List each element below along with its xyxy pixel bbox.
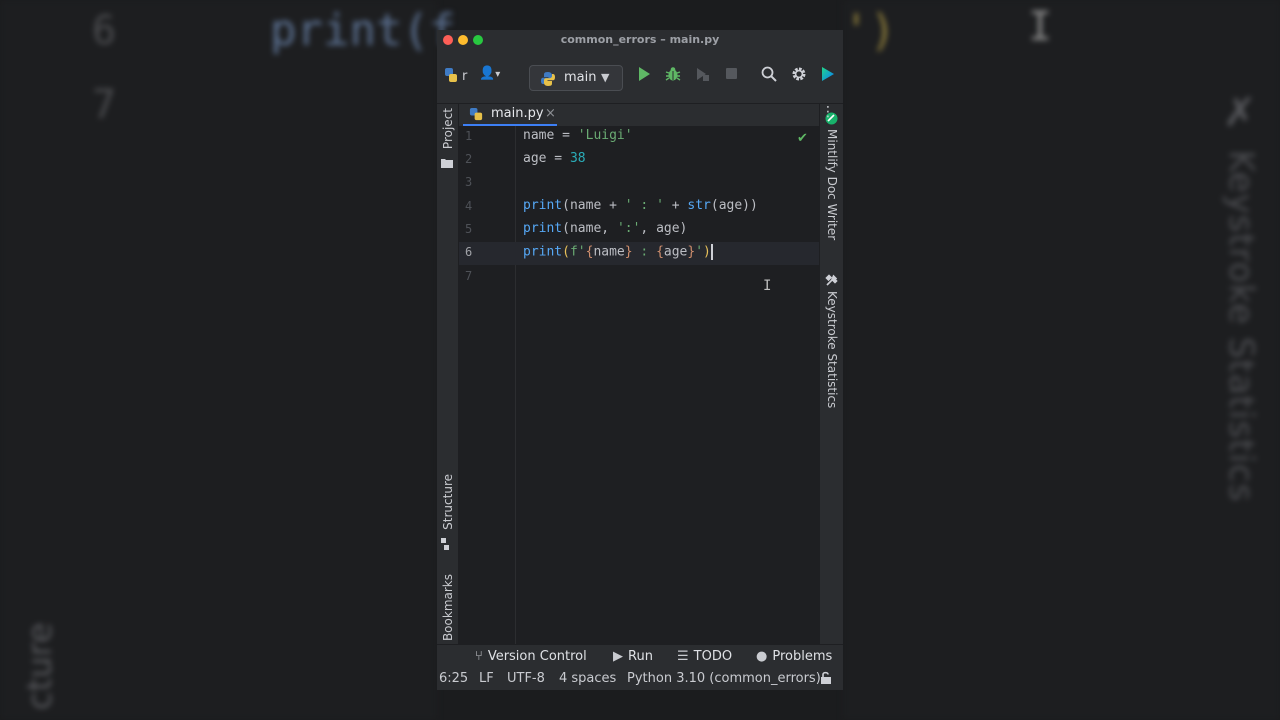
code-line-current[interactable]: 6 print(f'{name} : {age}')	[459, 242, 819, 265]
line-number: 2	[465, 152, 473, 166]
search-icon	[761, 66, 777, 82]
structure-icon	[441, 537, 449, 550]
python-interpreter[interactable]: Python 3.10 (common_errors)	[627, 671, 821, 686]
project-tool-button[interactable]: Project	[441, 108, 455, 169]
line-number: 5	[465, 222, 473, 236]
gear-icon	[792, 67, 806, 81]
caret-position[interactable]: 6:25	[439, 671, 468, 686]
keystroke-tool-button[interactable]: Keystroke Statistics	[825, 274, 839, 412]
run-config-selector[interactable]: main ▼	[529, 65, 623, 91]
search-button[interactable]	[761, 66, 777, 86]
bg-paren-fragment: ')	[843, 5, 896, 56]
window-title: common_errors – main.py	[560, 33, 720, 46]
code-line[interactable]: 3	[459, 172, 819, 195]
jetbrains-ai-button[interactable]	[820, 66, 836, 86]
run-button[interactable]	[637, 66, 651, 86]
folder-icon	[441, 159, 453, 169]
lock-icon[interactable]	[820, 671, 832, 688]
account-dropdown[interactable]: 👤▾	[479, 66, 500, 81]
bg-ibeam-icon: I	[1028, 4, 1053, 50]
project-widget[interactable]: r	[443, 67, 467, 84]
info-icon: ●	[756, 649, 768, 664]
mouse-ibeam-icon: I	[763, 278, 772, 294]
bug-icon	[665, 67, 681, 81]
title-bar: common_errors – main.py	[437, 30, 843, 50]
left-tool-strip: Project Structure Bookmarks	[437, 104, 459, 662]
debug-button[interactable]	[665, 66, 681, 86]
jetbrains-logo-icon	[822, 67, 834, 81]
run-tool-button[interactable]: ▶ Run	[613, 649, 653, 664]
bg-line-number: 7	[92, 82, 117, 128]
tab-main-py[interactable]: main.py ×	[463, 104, 589, 126]
background-left: 6 7 print(f cture	[0, 0, 455, 720]
run-with-coverage-icon	[697, 68, 709, 81]
line-separator[interactable]: LF	[479, 671, 494, 686]
line-number: 1	[465, 129, 473, 143]
line-number: 7	[465, 269, 473, 283]
stop-button[interactable]	[725, 67, 738, 84]
editor-tab-bar: main.py × ⋮	[459, 104, 835, 126]
play-icon	[639, 67, 650, 81]
settings-button[interactable]	[791, 66, 807, 86]
bg-line-number: 6	[92, 8, 117, 54]
chevron-down-icon: ▼	[601, 71, 610, 84]
user-icon: 👤	[479, 66, 496, 81]
code-line[interactable]: 2 age = 38	[459, 149, 819, 172]
code-line[interactable]: 4 print(name + ' : ' + str(age))	[459, 196, 819, 219]
todo-tool-button[interactable]: ☰ TODO	[677, 649, 732, 664]
problems-tool-button[interactable]: ● Problems	[756, 649, 832, 664]
bg-code-fragment: print(f	[270, 5, 456, 56]
bg-structure-label: cture	[20, 622, 60, 710]
code-text: print(f'{name} : {age}')	[523, 244, 713, 260]
bg-wrench-icon: ✗	[1223, 90, 1257, 136]
bottom-tool-bar: ⑂ Version Control ▶ Run ☰ TODO ● Problems	[437, 644, 843, 668]
list-icon: ☰	[677, 649, 689, 664]
status-bar: 6:25 LF UTF-8 4 spaces Python 3.10 (comm…	[437, 668, 843, 690]
line-number: 4	[465, 199, 473, 213]
mintlify-tool-button[interactable]: Mintlify Doc Writer	[825, 112, 839, 244]
code-line[interactable]: 1 name = 'Luigi' ✔	[459, 126, 819, 149]
main-toolbar: r 👤▾ main ▼	[437, 50, 843, 104]
bg-keystroke-label: Keystroke Statistics	[1221, 150, 1261, 503]
background-right: ') I ✗ Keystroke Statistics	[843, 0, 1280, 720]
run-config-label: main	[564, 70, 597, 85]
branch-icon: ⑂	[475, 649, 483, 664]
tab-close-icon[interactable]: ×	[545, 106, 556, 121]
wrench-icon	[825, 274, 838, 286]
tab-label: main.py	[491, 106, 544, 121]
code-text: print(name, ':', age)	[523, 221, 688, 236]
bookmarks-tool-label: Bookmarks	[441, 574, 455, 642]
structure-tool-button[interactable]: Structure	[441, 474, 455, 550]
code-editor[interactable]: 1 name = 'Luigi' ✔ 2 age = 38 3 4 print(…	[459, 126, 819, 644]
code-text: age = 38	[523, 151, 586, 166]
ide-window: common_errors – main.py r 👤▾ main ▼ Proj…	[437, 30, 843, 690]
no-problems-check-icon[interactable]: ✔	[797, 131, 808, 146]
python-project-icon	[445, 68, 457, 82]
indent-setting[interactable]: 4 spaces	[559, 671, 616, 686]
play-icon: ▶	[613, 649, 623, 664]
file-encoding[interactable]: UTF-8	[507, 671, 545, 686]
mintlify-tool-label: Mintlify Doc Writer	[825, 129, 839, 241]
unlock-icon	[821, 671, 831, 684]
stop-icon	[726, 68, 737, 79]
line-number: 3	[465, 175, 473, 189]
more-options-icon[interactable]: ⋮	[821, 104, 835, 120]
right-tool-strip: Mintlify Doc Writer Keystroke Statistics	[819, 104, 843, 644]
coverage-button[interactable]	[694, 66, 710, 86]
keystroke-tool-label: Keystroke Statistics	[825, 291, 839, 409]
chevron-down-icon: ▾	[495, 69, 501, 80]
version-control-tool-button[interactable]: ⑂ Version Control	[475, 649, 587, 664]
python-file-icon	[469, 107, 483, 121]
python-icon	[541, 72, 555, 86]
code-line[interactable]: 5 print(name, ':', age)	[459, 219, 819, 242]
project-initial: r	[462, 69, 468, 84]
code-text: print(name + ' : ' + str(age))	[523, 198, 758, 213]
structure-tool-label: Structure	[441, 474, 455, 530]
code-text: name = 'Luigi'	[523, 128, 633, 143]
project-tool-label: Project	[441, 108, 455, 150]
text-caret	[710, 244, 713, 260]
line-number: 6	[465, 245, 473, 259]
